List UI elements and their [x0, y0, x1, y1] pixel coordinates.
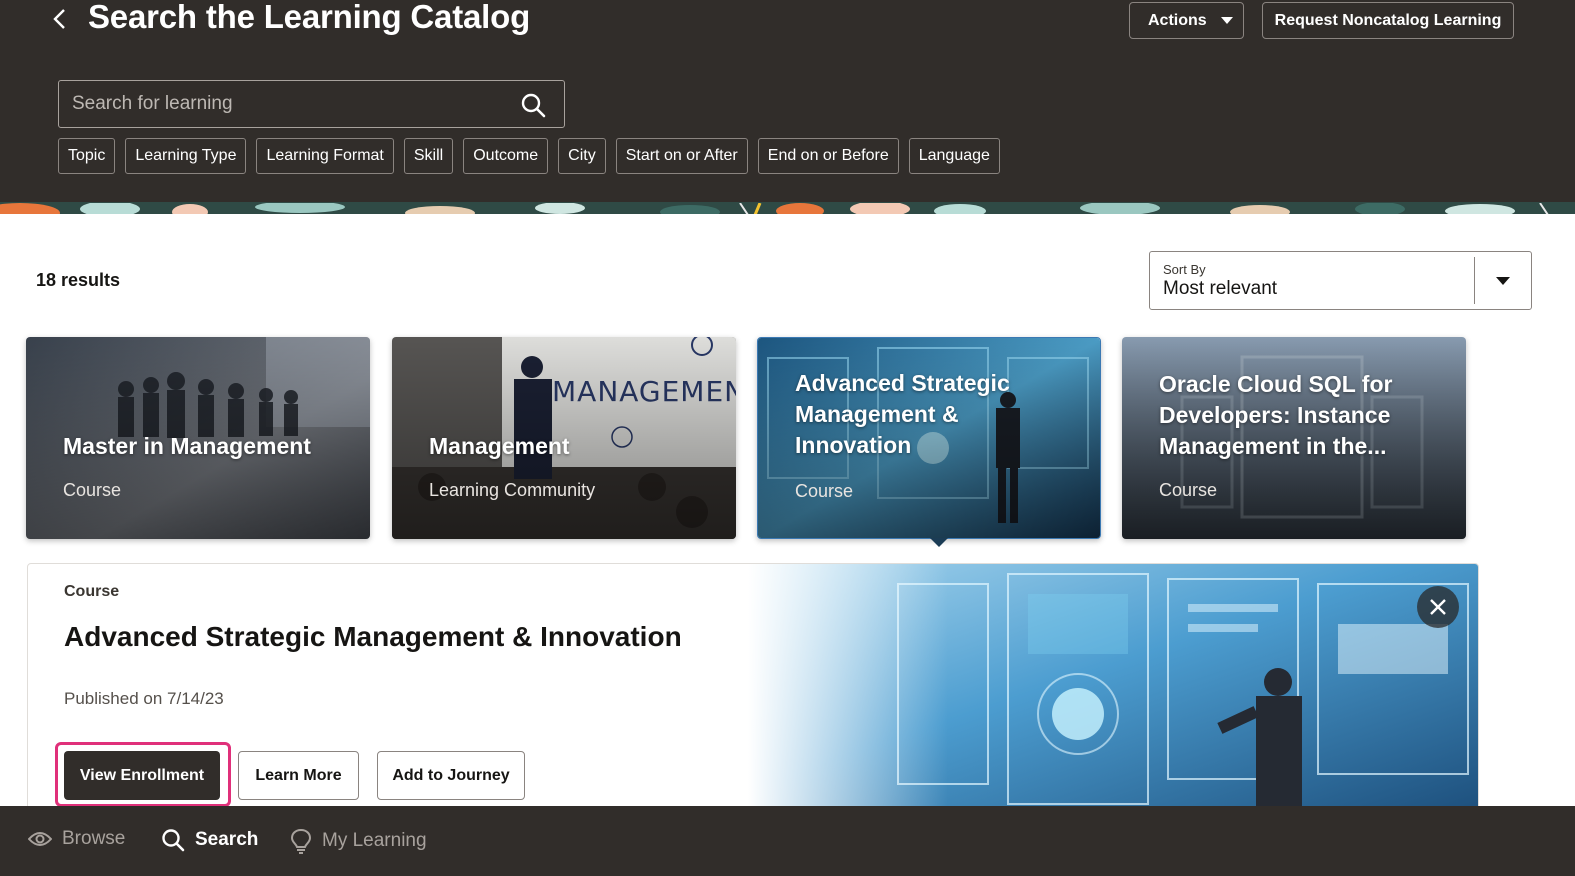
nav-my-learning[interactable]: My Learning — [290, 828, 427, 854]
catalog-card[interactable]: Advanced Strategic Management & Innovati… — [757, 337, 1101, 539]
filter-learning-type[interactable]: Learning Type — [125, 138, 247, 174]
actions-label: Actions — [1148, 11, 1207, 29]
add-to-journey-button[interactable]: Add to Journey — [377, 751, 525, 800]
course-detail-panel: Course Advanced Strategic Management & I… — [27, 563, 1479, 813]
search-icon — [162, 829, 185, 852]
nav-my-learning-label: My Learning — [322, 830, 427, 851]
card-type: Course — [1159, 480, 1218, 500]
page-title: Search the Learning Catalog — [88, 0, 531, 35]
sort-by-value: Most relevant — [1163, 278, 1278, 299]
page-header: Search the Learning Catalog Actions Requ… — [0, 0, 1575, 202]
detail-image-fade — [748, 564, 948, 812]
request-label: Request Noncatalog Learning — [1274, 11, 1502, 29]
filter-topic[interactable]: Topic — [58, 138, 116, 174]
nav-browse[interactable]: Browse — [28, 828, 125, 850]
filter-chips: Topic Learning Type Learning Format Skil… — [58, 138, 1000, 174]
card-title: Master in Management — [63, 433, 311, 459]
card-type: Learning Community — [429, 480, 596, 500]
learn-more-button[interactable]: Learn More — [238, 751, 359, 800]
back-button[interactable] — [48, 4, 72, 34]
sort-by-select[interactable]: Sort By Most relevant — [1149, 251, 1532, 310]
request-noncatalog-button[interactable]: Request Noncatalog Learning — [1262, 2, 1514, 39]
filter-language[interactable]: Language — [908, 138, 1000, 174]
close-icon — [1430, 599, 1446, 615]
detail-title: Advanced Strategic Management & Innovati… — [64, 621, 682, 652]
search-input[interactable] — [59, 93, 499, 115]
card-title: Oracle Cloud SQL for Developers: Instanc… — [1159, 371, 1393, 459]
catalog-card[interactable]: Oracle Cloud SQL for Developers: Instanc… — [1122, 337, 1466, 539]
actions-menu-button[interactable]: Actions — [1129, 2, 1244, 39]
selected-card-pointer — [930, 538, 948, 547]
filter-learning-format[interactable]: Learning Format — [256, 138, 394, 174]
sort-divider — [1474, 257, 1475, 304]
eye-icon — [28, 832, 52, 846]
search-icon[interactable] — [520, 92, 546, 118]
published-date: Published on 7/14/23 — [64, 689, 224, 708]
card-type: Course — [63, 480, 122, 500]
caret-down-icon — [1496, 277, 1510, 285]
search-field — [58, 80, 565, 128]
filter-end-on-or-before[interactable]: End on or Before — [757, 138, 899, 174]
view-enrollment-button[interactable]: View Enrollment — [64, 751, 220, 800]
decorative-banner — [0, 202, 1575, 214]
caret-down-icon — [1220, 17, 1233, 24]
catalog-card[interactable]: MANAGEMENT Management Learning Community — [392, 337, 736, 539]
nav-browse-label: Browse — [62, 828, 126, 849]
chevron-left-icon — [53, 9, 65, 29]
lightbulb-icon — [290, 828, 312, 854]
filter-skill[interactable]: Skill — [403, 138, 454, 174]
filter-outcome[interactable]: Outcome — [463, 138, 549, 174]
card-type: Course — [795, 481, 854, 501]
filter-city[interactable]: City — [558, 138, 606, 174]
bottom-navigation: Browse Search My Learning — [0, 806, 1575, 876]
results-count: 18 results — [36, 270, 121, 290]
detail-type: Course — [64, 583, 120, 600]
card-title: Management — [429, 433, 570, 459]
close-button[interactable] — [1417, 586, 1459, 628]
sort-by-label: Sort By — [1163, 262, 1206, 277]
nav-search[interactable]: Search — [161, 828, 258, 852]
card-title: Advanced Strategic Management & Innovati… — [795, 370, 1010, 458]
catalog-card[interactable]: Master in Management Course — [26, 337, 370, 539]
filter-start-on-or-after[interactable]: Start on or After — [615, 138, 748, 174]
nav-search-label: Search — [195, 829, 259, 850]
